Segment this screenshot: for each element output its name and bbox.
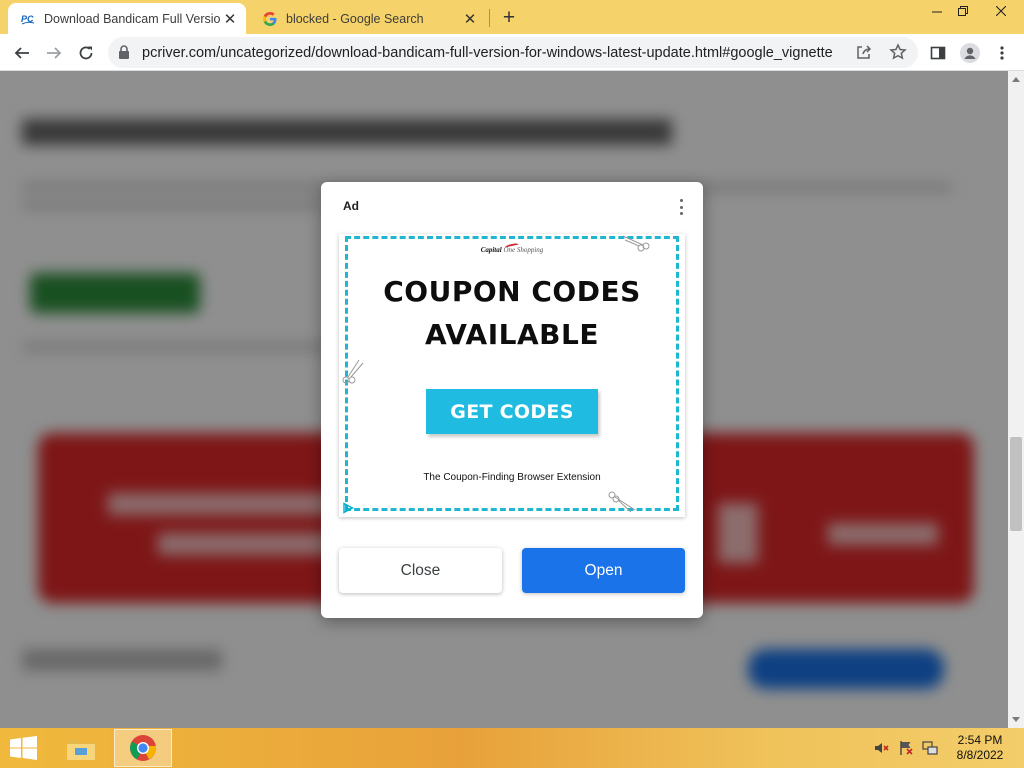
more-menu-icon[interactable] bbox=[988, 39, 1016, 67]
file-explorer-icon[interactable] bbox=[52, 729, 110, 767]
ad-tagline: The Coupon-Finding Browser Extension bbox=[423, 472, 601, 483]
ad-creative[interactable]: Capital One Shopping COUPON CODES AVAILA… bbox=[339, 234, 685, 517]
url-text[interactable]: pcriver.com/uncategorized/download-bandi… bbox=[142, 45, 833, 61]
network-icon[interactable] bbox=[922, 740, 938, 756]
browser-toolbar: pcriver.com/uncategorized/download-bandi… bbox=[0, 34, 1024, 71]
windows-start-icon[interactable] bbox=[10, 736, 37, 760]
tab-bandicam[interactable]: PC Download Bandicam Full Version ✕ bbox=[8, 3, 246, 34]
forward-arrow-icon[interactable] bbox=[40, 39, 68, 67]
scroll-down-icon[interactable] bbox=[1012, 717, 1020, 722]
clock-date: 8/8/2022 bbox=[956, 748, 1004, 762]
tab-strip: PC Download Bandicam Full Version ✕ bloc… bbox=[0, 0, 1024, 34]
pc-favicon: PC bbox=[20, 11, 36, 27]
profile-avatar-icon[interactable] bbox=[956, 39, 984, 67]
tab-separator bbox=[489, 9, 490, 27]
chrome-icon[interactable] bbox=[114, 729, 172, 767]
google-g-icon bbox=[262, 11, 278, 27]
get-codes-button[interactable]: GET CODES bbox=[426, 389, 598, 434]
side-panel-icon[interactable] bbox=[924, 39, 952, 67]
lock-icon[interactable] bbox=[118, 45, 130, 64]
scroll-up-icon[interactable] bbox=[1012, 77, 1020, 82]
address-bar[interactable]: pcriver.com/uncategorized/download-bandi… bbox=[108, 37, 918, 68]
tab-title: blocked - Google Search bbox=[286, 11, 424, 26]
close-icon[interactable] bbox=[978, 0, 1024, 22]
scrollbar[interactable] bbox=[1008, 71, 1024, 728]
open-ad-button[interactable]: Open bbox=[522, 548, 685, 593]
scissors-icon bbox=[608, 491, 636, 513]
scissors-icon bbox=[342, 359, 364, 384]
tab-title: Download Bandicam Full Version bbox=[44, 11, 220, 26]
flag-icon[interactable] bbox=[898, 740, 914, 756]
reload-icon[interactable] bbox=[72, 39, 100, 67]
back-arrow-icon[interactable] bbox=[8, 39, 36, 67]
adchoices-icon[interactable] bbox=[342, 502, 354, 514]
bookmark-star-icon[interactable] bbox=[889, 43, 907, 66]
close-ad-button[interactable]: Close bbox=[339, 548, 502, 593]
scrollbar-thumb[interactable] bbox=[1010, 437, 1022, 531]
ad-headline: COUPON CODES AVAILABLE bbox=[383, 275, 641, 351]
volume-muted-icon[interactable] bbox=[873, 740, 889, 756]
clock-time: 2:54 PM bbox=[957, 733, 1003, 747]
system-clock[interactable]: 2:54 PM 8/8/2022 bbox=[944, 733, 1016, 763]
tab-google-search[interactable]: blocked - Google Search ✕ bbox=[250, 3, 486, 34]
tab-close-icon[interactable]: ✕ bbox=[220, 9, 240, 29]
plus-icon[interactable]: + bbox=[497, 6, 521, 30]
restore-icon[interactable] bbox=[948, 0, 978, 22]
ad-vignette-dialog: Ad Capital One Shopping COUPON CODES AVA… bbox=[321, 182, 703, 618]
windows-taskbar: 2:54 PM 8/8/2022 bbox=[0, 728, 1024, 768]
share-icon[interactable] bbox=[856, 44, 872, 65]
scissors-icon bbox=[622, 235, 650, 252]
ad-label: Ad bbox=[343, 199, 359, 213]
ad-options-icon[interactable] bbox=[675, 197, 687, 217]
tab-close-icon[interactable]: ✕ bbox=[460, 9, 480, 29]
